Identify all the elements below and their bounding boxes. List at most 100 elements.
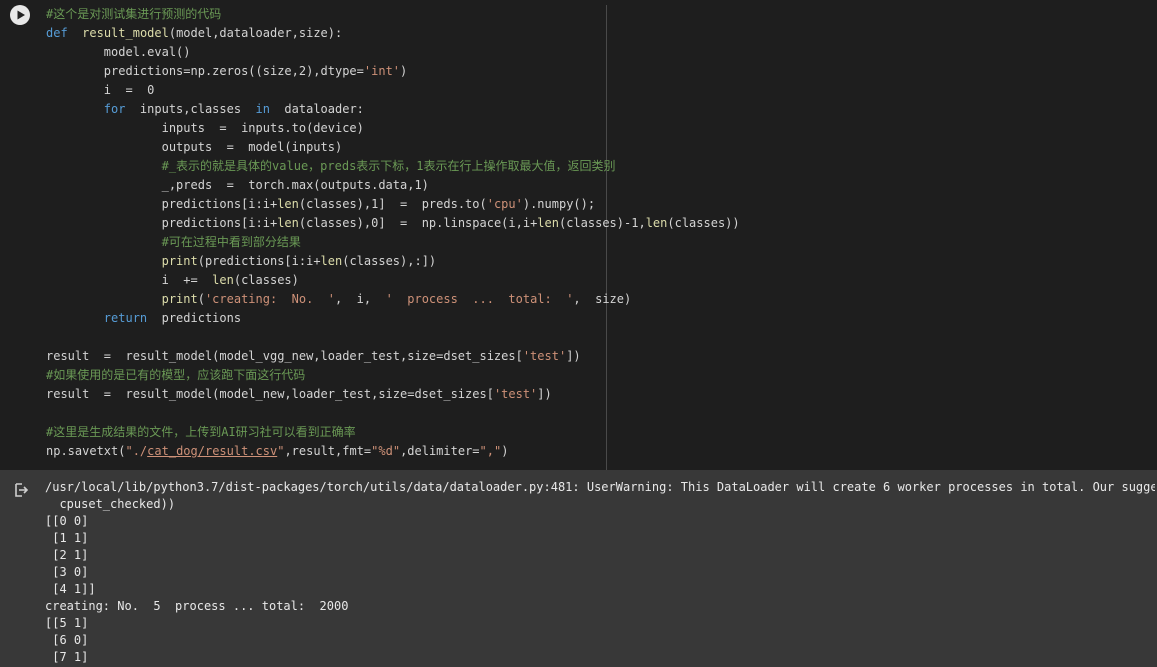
code-token: print [161,254,198,268]
code-line: #_表示的就是具体的value，preds表示下标，1表示在行上操作取最大值，返… [46,157,1146,176]
output-text: /usr/local/lib/python3.7/dist-packages/t… [45,479,1155,666]
code-token: predictions[i:i+ [46,197,278,211]
code-token: ' process ... total: ' [385,292,574,306]
code-token: i = 0 [46,83,155,97]
code-token: (model,dataloader,size): [168,26,343,40]
output-line: [[0 0] [45,514,89,528]
play-icon [17,10,25,20]
code-token: len [277,197,299,211]
code-token: 'creating: No. ' [204,292,335,306]
code-token: inputs,classes [125,102,256,116]
code-token: len [537,216,559,230]
code-token: "," [479,444,502,458]
code-token: len [645,216,668,230]
code-token: return [103,311,148,325]
code-line: inputs = inputs.to(device) [46,119,1146,138]
code-token: 'int' [363,64,401,78]
code-token: predictions=np.zeros((size,2),dtype= [46,64,364,78]
code-editor[interactable]: #这个是对测试集进行预测的代码 def result_model(model,da… [46,5,1146,461]
code-token: (classes),:]) [342,254,437,268]
code-token: (classes) [233,273,299,287]
code-token: _,preds = torch.max(outputs.data,1) [46,178,429,192]
code-token: predictions [147,311,242,325]
code-token: model.eval() [46,45,191,59]
code-token: #这里是生成结果的文件，上传到AI研习社可以看到正确率 [46,425,356,439]
code-token: "./ [125,444,148,458]
code-token: ]) [566,349,581,363]
code-token: #_表示的就是具体的value，preds表示下标，1表示在行上操作取最大值，返… [161,159,616,173]
code-token: (classes),0] = np.linspace(i,i+ [298,216,538,230]
code-token: "%d" [371,444,401,458]
code-token: print [161,292,198,306]
code-line: for inputs,classes in dataloader: [46,100,1146,119]
code-token: len [212,273,234,287]
code-token: len [277,216,299,230]
code-cell[interactable]: #这个是对测试集进行预测的代码 def result_model(model,da… [0,0,1157,470]
code-line: result = result_model(model_vgg_new,load… [46,347,1146,366]
code-token: ( [197,292,205,306]
code-line: result = result_model(model_new,loader_t… [46,385,1146,404]
code-token: ).numpy(); [522,197,596,211]
code-line: model.eval() [46,43,1146,62]
code-token: 'test' [493,387,538,401]
output-line: [6 0] [45,633,89,647]
code-line: #这个是对测试集进行预测的代码 [46,5,1146,24]
code-token: 'test' [522,349,567,363]
code-line: predictions[i:i+len(classes),0] = np.lin… [46,214,1146,233]
code-token: len [320,254,343,268]
code-line: print(predictions[i:i+len(classes),:]) [46,252,1146,271]
run-cell-button[interactable] [10,5,30,25]
code-token: ]) [537,387,552,401]
code-token: dataloader: [269,102,364,116]
code-line: np.savetxt("./cat_dog/result.csv",result… [46,442,1146,461]
code-token: result = result_model(model_new,loader_t… [46,387,494,401]
code-token: ) [400,64,408,78]
code-token: result = result_model(model_vgg_new,load… [46,349,523,363]
code-token: result_model [82,26,169,40]
code-token[interactable]: cat_dog/result.csv [147,444,277,458]
code-line: print('creating: No. ', i, ' process ...… [46,290,1146,309]
code-token: (classes)-1, [558,216,646,230]
code-line: #这里是生成结果的文件，上传到AI研习社可以看到正确率 [46,423,1146,442]
code-token: (classes)) [667,216,740,230]
code-token: i += [46,273,213,287]
code-token: inputs = inputs.to(device) [46,121,364,135]
code-token: outputs = model(inputs) [46,140,343,154]
output-line: creating: No. 5 process ... total: 2000 [45,599,349,613]
output-line: cpuset_checked)) [45,497,176,511]
output-redirect-icon[interactable] [14,482,30,498]
code-token: #这个是对测试集进行预测的代码 [46,7,222,21]
code-token: , size) [573,292,632,306]
code-line: return predictions [46,309,1146,328]
code-line: predictions=np.zeros((size,2),dtype='int… [46,62,1146,81]
code-token: in [255,102,270,116]
code-line: def result_model(model,dataloader,size): [46,24,1146,43]
output-area: /usr/local/lib/python3.7/dist-packages/t… [0,470,1157,667]
output-line: [2 1] [45,548,89,562]
code-line: outputs = model(inputs) [46,138,1146,157]
code-line: i += len(classes) [46,271,1146,290]
code-line: #可在过程中看到部分结果 [46,233,1146,252]
code-token: (predictions[i:i+ [197,254,321,268]
output-line: /usr/local/lib/python3.7/dist-packages/t… [45,480,1155,494]
output-line: [[5 1] [45,616,89,630]
code-token: def [46,26,68,40]
code-token: ,result,fmt= [284,444,372,458]
code-token: #如果使用的是已有的模型，应该跑下面这行代码 [46,368,306,382]
code-token: ,delimiter= [400,444,480,458]
output-line: [4 1]] [45,582,96,596]
code-line: _,preds = torch.max(outputs.data,1) [46,176,1146,195]
code-token: 'cpu' [486,197,523,211]
output-line: [1 1] [45,531,89,545]
code-token: , i, [335,292,386,306]
code-token: ) [501,444,509,458]
